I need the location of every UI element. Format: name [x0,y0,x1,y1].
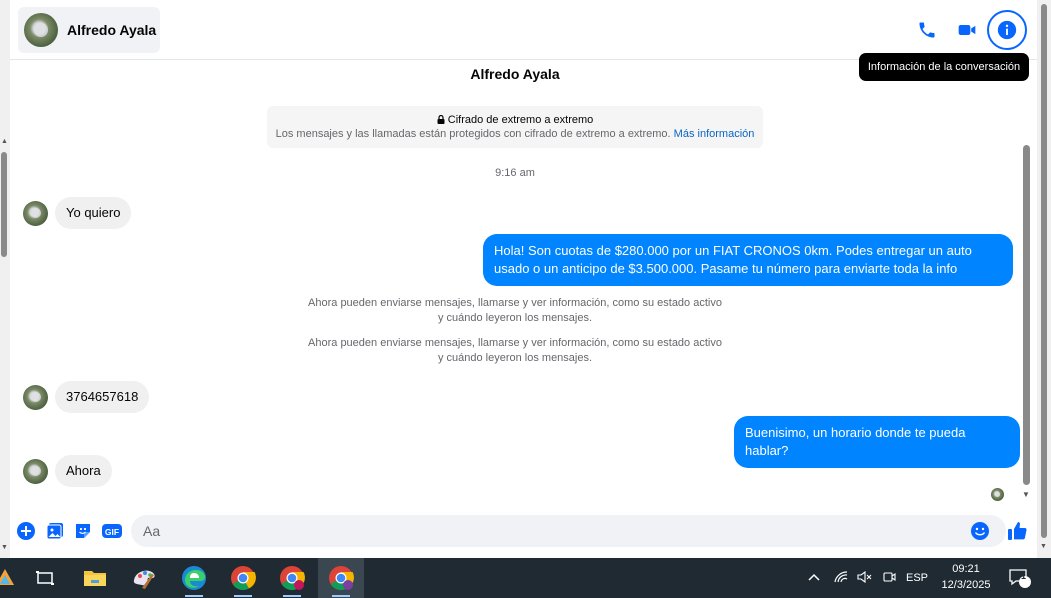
system-tray: ESP [804,558,933,598]
like-button[interactable] [1006,520,1028,542]
attach-image-button[interactable] [45,521,65,541]
clock-date: 12/3/2025 [941,579,991,591]
emoji-icon [971,522,989,540]
chrome-profile-icon [280,566,305,591]
system-notice-line: y cuándo leyeron los mensajes. [437,352,593,364]
avatar[interactable] [23,384,48,410]
edge-icon [182,566,206,590]
edge-button[interactable] [171,558,217,598]
message-bubble[interactable]: Yo quiero [55,197,132,229]
system-notice: Ahora pueden enviarse mensajes, llamarse… [10,336,1020,366]
left-scrollbar[interactable]: ▲ ▼ [0,0,10,558]
encryption-title: Cifrado de extremo a extremo [447,114,594,126]
phone-call-button[interactable] [907,10,947,50]
chrome-profile-button[interactable] [269,558,315,598]
outgoing-message[interactable]: Buenisimo, un horario donde te pueda hab… [734,416,1020,468]
language-indicator[interactable]: ESP [901,572,933,584]
sticker-button[interactable] [73,521,93,541]
image-icon [46,523,63,540]
paint-icon [133,570,155,589]
sticker-icon [76,524,90,538]
lock-icon [437,114,448,126]
message-list[interactable]: Alfredo Ayala Cifrado de extremo a extre… [10,60,1020,508]
contact-name: Alfredo Ayala [67,22,157,38]
chrome-icon [231,566,256,591]
incoming-message: Yo quiero [23,197,132,229]
wifi-icon [834,570,848,582]
notification-count: 1 [1021,571,1027,581]
task-view-button[interactable] [22,558,68,598]
scroll-down-arrow-icon[interactable]: ▼ [1022,490,1030,499]
incoming-message: 3764657618 [23,381,150,413]
conversation-header: Alfredo Ayala [10,0,1037,60]
message-bubble[interactable]: Ahora [55,455,112,487]
volume-muted-icon [857,570,872,583]
paint-button[interactable] [122,558,168,598]
network-button[interactable] [829,570,853,586]
chat-title: Alfredo Ayala [470,66,560,82]
system-notice-line: Ahora pueden enviarse mensajes, llamarse… [308,297,722,309]
scroll-up-arrow-icon[interactable]: ▲ [1,138,8,145]
camera-icon [883,571,896,582]
video-call-button[interactable] [947,10,987,50]
avatar[interactable] [23,200,48,226]
message-timestamp: 9:16 am [495,167,535,179]
incoming-message: Ahora [23,455,112,487]
notification-icon [1009,569,1031,588]
composer: GIF Aa [10,510,1037,554]
scroll-down-arrow-icon[interactable]: ▼ [1040,543,1047,550]
more-actions-button[interactable] [16,521,36,541]
system-notice-line: y cuándo leyeron los mensajes. [437,312,593,324]
avatar [24,13,58,47]
encryption-notice: Cifrado de extremo a extremo Los mensaje… [267,106,763,148]
gif-button[interactable]: GIF [101,521,122,541]
notifications-button[interactable]: 1 [1008,558,1032,598]
conversation-info-button[interactable] [987,10,1027,50]
svg-text:GIF: GIF [105,527,119,537]
show-hidden-icons-button[interactable] [804,572,824,584]
system-notice: Ahora pueden enviarse mensajes, llamarse… [10,296,1020,326]
chevron-up-icon [808,573,820,581]
gif-icon: GIF [102,524,122,538]
messenger-window: ▲ ▼ ▼ Alfredo Ayala Información de la co… [0,0,1051,598]
chrome-profile-2-icon [329,566,354,591]
message-input[interactable]: Aa [131,515,1006,547]
seen-avatar [991,488,1004,501]
thumbs-up-icon [1008,522,1027,540]
encryption-body: Los mensajes y las llamadas están proteg… [275,128,671,140]
phone-icon [919,22,935,38]
clock-time: 09:21 [952,563,980,575]
scroll-down-arrow-icon[interactable]: ▼ [1,544,8,551]
page-scrollbar[interactable]: ▼ [1037,0,1051,558]
page-scrollbar-thumb[interactable] [1041,4,1047,538]
video-camera-icon [958,25,976,35]
volume-button[interactable] [853,570,877,586]
header-actions [907,10,1027,50]
outgoing-message[interactable]: Hola! Son cuotas de $280.000 por un FIAT… [483,234,1013,286]
info-icon [997,20,1017,40]
left-scrollbar-thumb[interactable] [1,152,7,257]
chat-scrollbar[interactable] [1021,145,1031,485]
meet-now-button[interactable] [877,570,901,587]
clock[interactable]: 09:21 12/3/2025 [932,561,1000,593]
contact-button[interactable]: Alfredo Ayala [18,7,160,53]
file-explorer-icon [84,571,106,586]
windows-taskbar: ESP 09:21 12/3/2025 1 [0,558,1051,598]
chrome-profile-2-button[interactable] [318,558,364,598]
task-view-icon [36,571,54,585]
plus-icon [17,522,35,540]
emoji-button[interactable] [970,521,990,541]
file-explorer-button[interactable] [72,558,118,598]
chat-scrollbar-thumb[interactable] [1023,145,1030,485]
system-notice-line: Ahora pueden enviarse mensajes, llamarse… [308,337,722,349]
message-bubble[interactable]: 3764657618 [55,381,150,413]
more-info-link[interactable]: Más información [674,128,755,140]
chrome-button[interactable] [220,558,266,598]
avatar[interactable] [23,458,48,484]
